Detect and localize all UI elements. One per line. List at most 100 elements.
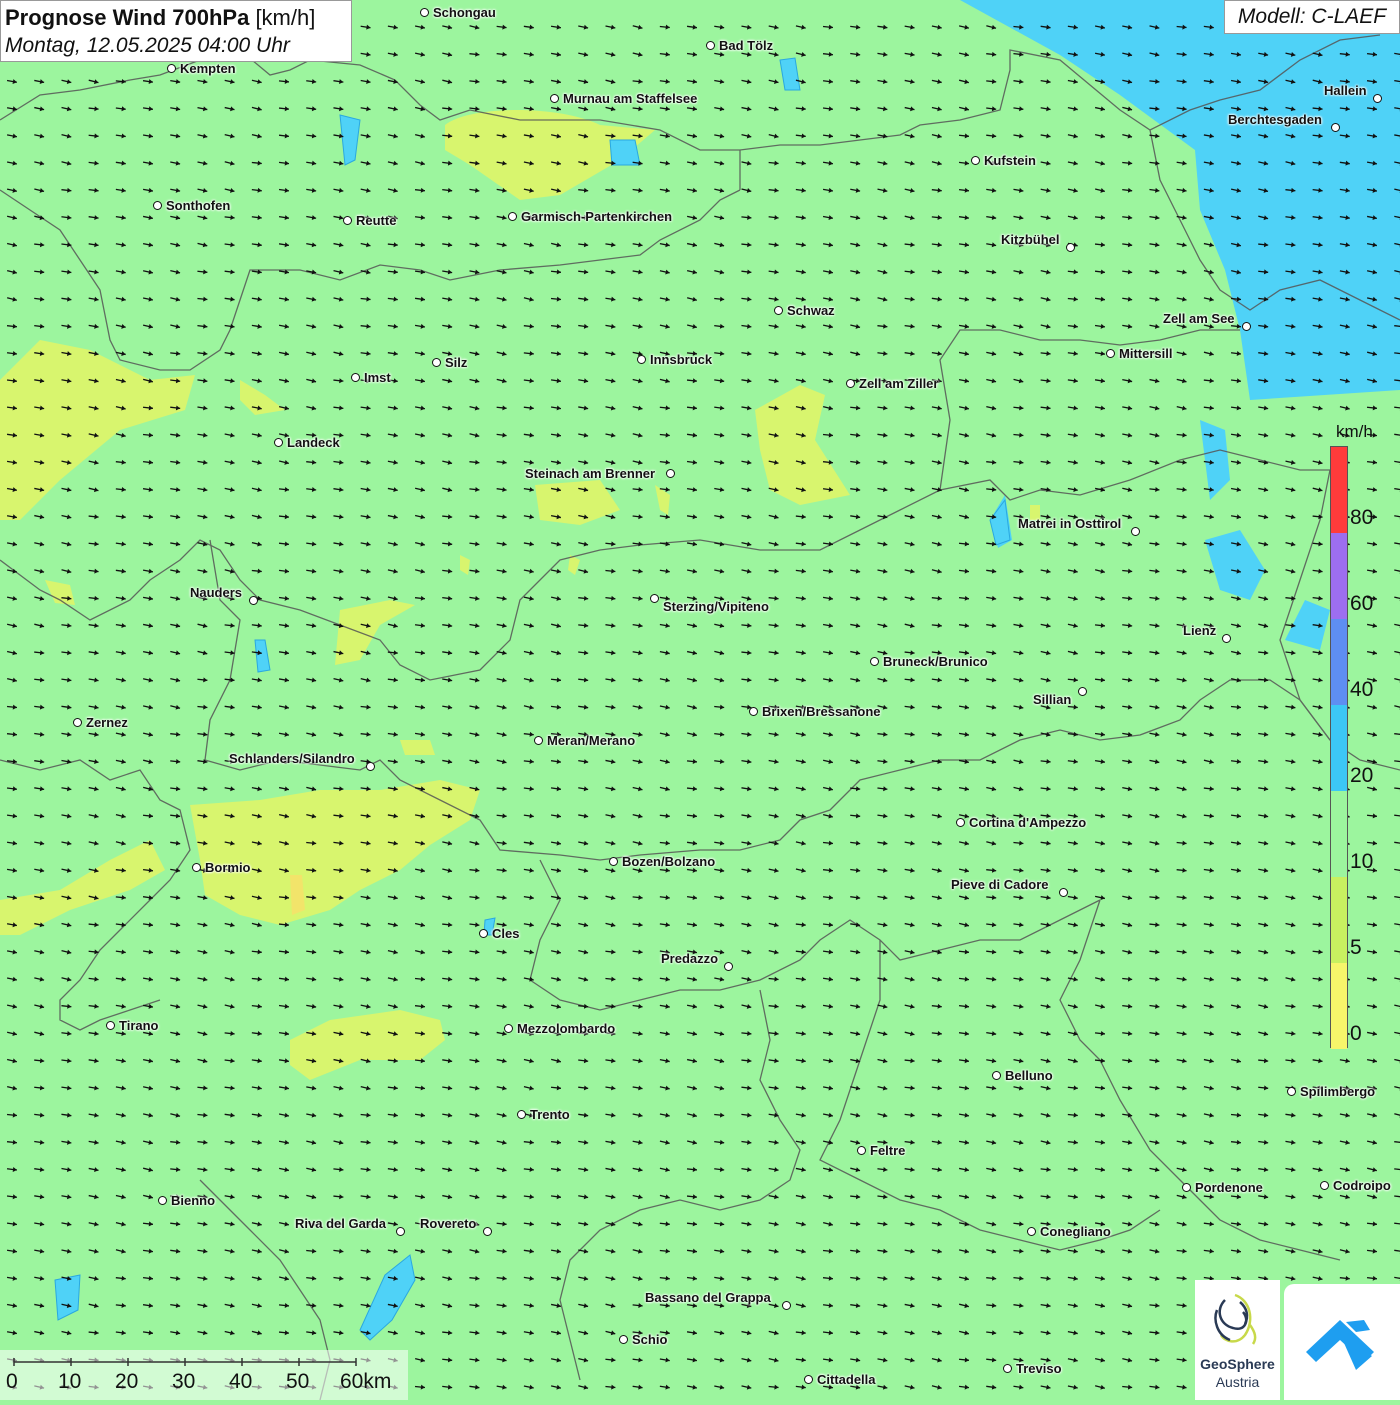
city-label: Schio <box>632 1332 668 1347</box>
city-label: Bad Tölz <box>719 38 774 53</box>
city-label: Bormio <box>205 860 251 875</box>
city-marker <box>432 358 441 367</box>
city-marker <box>1003 1364 1012 1373</box>
city-marker <box>857 1146 866 1155</box>
city-label: Bozen/Bolzano <box>622 854 716 869</box>
legend-tick-label: 0 <box>1350 1022 1362 1045</box>
geosphere-logo-line2: Austria <box>1215 1374 1260 1390</box>
city-marker <box>1106 349 1115 358</box>
geosphere-logo-icon <box>1214 1293 1257 1345</box>
city-marker <box>1222 634 1231 643</box>
city-label: Bienno <box>171 1193 216 1208</box>
legend-tick-label: 20 <box>1350 764 1374 787</box>
city-label: Predazzo <box>661 951 719 966</box>
scale-label-10: 10 <box>58 1370 82 1393</box>
city-marker <box>550 94 559 103</box>
app-logo[interactable] <box>1284 1284 1400 1400</box>
city-marker <box>1059 888 1068 897</box>
legend-tick-label: 10 <box>1350 850 1374 873</box>
city-marker <box>73 718 82 727</box>
city-label: Sterzing/Vipiteno <box>663 599 769 614</box>
city-label: Lienz <box>1183 623 1217 638</box>
city-label: Reutte <box>356 213 397 228</box>
city-marker <box>106 1021 115 1030</box>
city-label: Rovereto <box>420 1216 477 1231</box>
city-marker <box>1182 1183 1191 1192</box>
scalebar: 0 10 20 30 40 50 60km <box>0 1350 408 1400</box>
geosphere-logo[interactable]: GeoSphere Austria <box>1195 1280 1280 1400</box>
city-marker <box>504 1024 513 1033</box>
city-label: Brixen/Bressanone <box>762 704 881 719</box>
city-marker <box>351 373 360 382</box>
city-label: Codroipo <box>1333 1178 1391 1193</box>
city-marker <box>1320 1181 1329 1190</box>
city-label: Steinach am Brenner <box>525 466 656 481</box>
legend-colorbar <box>1330 446 1348 1049</box>
legend-tick-label: 80 <box>1350 506 1374 529</box>
legend: km/h 80 60 40 20 10 5 0 <box>1318 418 1396 1058</box>
city-marker <box>249 596 258 605</box>
legend-color-segment <box>1331 791 1347 877</box>
scale-label-50: 50 <box>286 1370 310 1393</box>
city-label: Nauders <box>190 585 243 600</box>
city-marker <box>619 1335 628 1344</box>
city-label: Pieve di Cadore <box>951 877 1049 892</box>
city-marker <box>724 962 733 971</box>
legend-color-segment <box>1331 447 1347 533</box>
city-marker <box>508 212 517 221</box>
city-label: Conegliano <box>1040 1224 1111 1239</box>
legend-tick-label: 60 <box>1350 592 1374 615</box>
map-title: Prognose Wind 700hPa [km/h] <box>5 5 316 30</box>
city-marker <box>396 1227 405 1236</box>
model-label: Modell: C-LAEF <box>1224 0 1400 34</box>
city-marker <box>534 736 543 745</box>
scale-label-60km: 60km <box>340 1370 392 1393</box>
city-label: Trento <box>530 1107 570 1122</box>
city-label: Feltre <box>870 1143 906 1158</box>
city-marker <box>192 863 201 872</box>
city-marker <box>992 1071 1001 1080</box>
city-label: Garmisch-Partenkirchen <box>521 209 673 224</box>
city-label: Mezzolombardo <box>517 1021 616 1036</box>
city-label: Hallein <box>1324 83 1367 98</box>
city-marker <box>706 41 715 50</box>
city-label: Pordenone <box>1195 1180 1263 1195</box>
city-marker <box>804 1375 813 1384</box>
city-marker <box>1373 94 1382 103</box>
city-label: Tirano <box>119 1018 159 1033</box>
scale-label-20: 20 <box>115 1370 139 1393</box>
city-marker <box>870 657 879 666</box>
city-label: Cortina d'Ampezzo <box>969 815 1087 830</box>
scale-label-0: 0 <box>6 1370 18 1393</box>
city-marker <box>167 64 176 73</box>
city-marker <box>153 201 162 210</box>
city-marker <box>650 594 659 603</box>
city-label: Kufstein <box>984 153 1036 168</box>
legend-color-segment <box>1331 533 1347 619</box>
city-marker <box>1078 687 1087 696</box>
city-marker <box>274 438 283 447</box>
city-label: Landeck <box>287 435 340 450</box>
city-label: Riva del Garda <box>295 1216 387 1231</box>
city-marker <box>517 1110 526 1119</box>
city-marker <box>1242 322 1251 331</box>
legend-unit: km/h <box>1336 422 1373 441</box>
legend-color-segment <box>1331 877 1347 963</box>
city-marker <box>637 355 646 364</box>
city-label: Berchtesgaden <box>1228 112 1322 127</box>
city-label: Innsbruck <box>650 352 713 367</box>
city-marker <box>774 306 783 315</box>
city-marker <box>666 469 675 478</box>
scale-label-30: 30 <box>172 1370 196 1393</box>
city-marker <box>749 707 758 716</box>
legend-tick-label: 5 <box>1350 936 1362 959</box>
city-label: Matrei in Osttirol <box>1018 516 1122 531</box>
city-marker <box>1066 243 1075 252</box>
city-marker <box>846 379 855 388</box>
city-label: Cles <box>492 926 520 941</box>
city-label: Schwaz <box>787 303 835 318</box>
city-label: Treviso <box>1016 1361 1062 1376</box>
city-marker <box>483 1227 492 1236</box>
city-label: Spilimbergo <box>1300 1084 1376 1099</box>
city-marker <box>1131 527 1140 536</box>
